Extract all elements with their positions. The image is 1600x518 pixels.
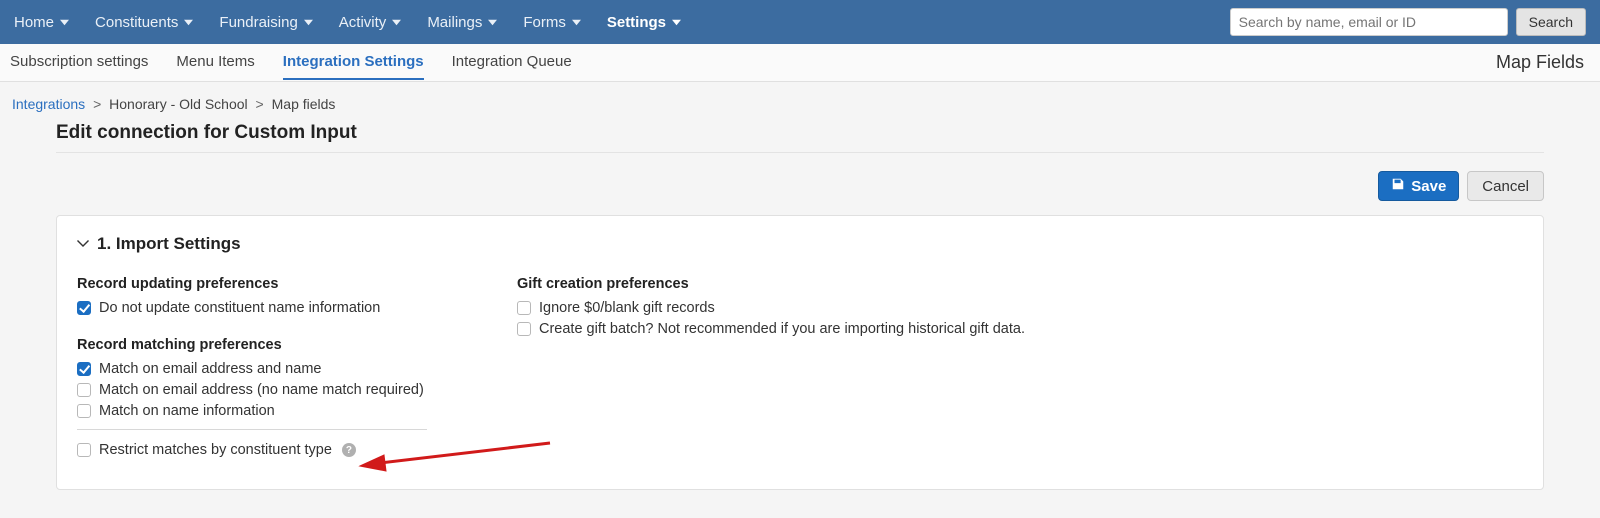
chevron-down-icon <box>488 14 497 31</box>
save-button[interactable]: Save <box>1378 171 1459 201</box>
nav-mailings[interactable]: Mailings <box>427 14 497 31</box>
nav-forms[interactable]: Forms <box>523 14 581 31</box>
checkbox-label: Match on email address and name <box>99 361 321 377</box>
nav-settings[interactable]: Settings <box>607 14 681 31</box>
col-gift-prefs: Gift creation preferences Ignore $0/blan… <box>517 276 1025 463</box>
col-record-prefs: Record updating preferences Do not updat… <box>77 276 427 463</box>
page-title: Edit connection for Custom Input <box>0 118 1600 152</box>
search-button[interactable]: Search <box>1516 8 1586 36</box>
breadcrumb-integrations[interactable]: Integrations <box>12 96 85 112</box>
chk-match-name-info[interactable]: Match on name information <box>77 403 427 419</box>
chevron-down-icon <box>60 14 69 31</box>
chk-match-email-only[interactable]: Match on email address (no name match re… <box>77 382 427 398</box>
chevron-down-icon <box>77 234 89 254</box>
group-record-updating-title: Record updating preferences <box>77 276 427 292</box>
checkbox-label: Do not update constituent name informati… <box>99 300 380 316</box>
checkbox-icon <box>517 322 531 336</box>
nav-home[interactable]: Home <box>14 14 69 31</box>
panel-body: Record updating preferences Do not updat… <box>77 276 1523 463</box>
sub-nav: Subscription settings Menu Items Integra… <box>0 44 1600 82</box>
divider <box>77 429 427 430</box>
panel-toggle[interactable]: 1. Import Settings <box>77 234 1523 254</box>
chevron-down-icon <box>392 14 401 31</box>
nav-label: Fundraising <box>219 14 297 31</box>
breadcrumb-sep: > <box>89 96 105 112</box>
chk-create-gift-batch[interactable]: Create gift batch? Not recommended if yo… <box>517 321 1025 337</box>
checkbox-label: Create gift batch? Not recommended if yo… <box>539 321 1025 337</box>
save-icon <box>1391 177 1405 195</box>
checkbox-label: Match on name information <box>99 403 275 419</box>
chk-ignore-zero-gift[interactable]: Ignore $0/blank gift records <box>517 300 1025 316</box>
nav-constituents[interactable]: Constituents <box>95 14 193 31</box>
search-input[interactable] <box>1230 8 1508 36</box>
checkbox-label: Match on email address (no name match re… <box>99 382 424 398</box>
tab-integration-settings[interactable]: Integration Settings <box>283 45 424 80</box>
group-gift-creation-title: Gift creation preferences <box>517 276 1025 292</box>
breadcrumb-leaf: Map fields <box>272 96 336 112</box>
subnav-right-label: Map Fields <box>1496 52 1590 73</box>
save-label: Save <box>1411 178 1446 195</box>
nav-label: Constituents <box>95 14 178 31</box>
panel-title: 1. Import Settings <box>97 234 241 254</box>
chevron-down-icon <box>304 14 313 31</box>
tab-menu-items[interactable]: Menu Items <box>176 45 254 80</box>
checkbox-label: Ignore $0/blank gift records <box>539 300 715 316</box>
checkbox-icon <box>77 362 91 376</box>
checkbox-icon <box>77 404 91 418</box>
group-record-matching-title: Record matching preferences <box>77 337 427 353</box>
checkbox-icon <box>77 301 91 315</box>
chevron-down-icon <box>184 14 193 31</box>
nav-label: Activity <box>339 14 387 31</box>
top-nav-right: Search <box>1230 8 1586 36</box>
chk-match-email-and-name[interactable]: Match on email address and name <box>77 361 427 377</box>
checkbox-icon <box>77 383 91 397</box>
sub-nav-left: Subscription settings Menu Items Integra… <box>10 45 1496 80</box>
import-settings-panel: 1. Import Settings Record updating prefe… <box>56 215 1544 490</box>
nav-label: Mailings <box>427 14 482 31</box>
top-nav-left: Home Constituents Fundraising Activity M… <box>14 14 1230 31</box>
nav-activity[interactable]: Activity <box>339 14 402 31</box>
help-icon[interactable]: ? <box>342 443 356 457</box>
cancel-button[interactable]: Cancel <box>1467 171 1544 201</box>
nav-fundraising[interactable]: Fundraising <box>219 14 312 31</box>
chevron-down-icon <box>572 14 581 31</box>
checkbox-icon <box>517 301 531 315</box>
actions-row: Save Cancel <box>0 167 1600 215</box>
breadcrumb-mid: Honorary - Old School <box>109 96 248 112</box>
chevron-down-icon <box>672 14 681 31</box>
top-nav: Home Constituents Fundraising Activity M… <box>0 0 1600 44</box>
checkbox-label: Restrict matches by constituent type <box>99 442 332 458</box>
breadcrumb: Integrations > Honorary - Old School > M… <box>0 82 1600 118</box>
tab-integration-queue[interactable]: Integration Queue <box>452 45 572 80</box>
chk-restrict-by-constituent-type[interactable]: Restrict matches by constituent type ? <box>77 442 427 458</box>
checkbox-icon <box>77 443 91 457</box>
nav-label: Forms <box>523 14 566 31</box>
nav-label: Settings <box>607 14 666 31</box>
tab-subscription-settings[interactable]: Subscription settings <box>10 45 148 80</box>
nav-label: Home <box>14 14 54 31</box>
chk-do-not-update-name[interactable]: Do not update constituent name informati… <box>77 300 427 316</box>
title-rule <box>56 152 1544 153</box>
breadcrumb-sep: > <box>252 96 268 112</box>
